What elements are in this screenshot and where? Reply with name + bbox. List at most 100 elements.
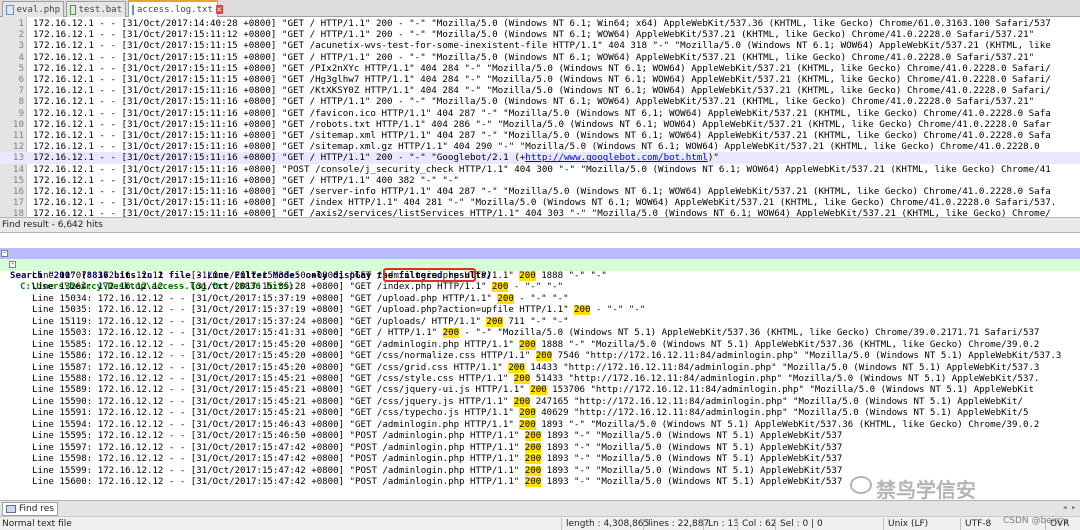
editor-pane[interactable]: 1 172.16.12.1 - - [31/Oct/2017:14:40:28 +… <box>0 17 1080 217</box>
editor-line[interactable]: 8 172.16.12.1 - - [31/Oct/2017:15:11:16 +… <box>0 96 1080 107</box>
collapse-toggle-icon[interactable]: - <box>9 261 16 269</box>
editor-line[interactable]: 3 172.16.12.1 - - [31/Oct/2017:15:11:15 +… <box>0 40 1080 51</box>
editor-line[interactable]: 2 172.16.12.1 - - [31/Oct/2017:15:11:12 +… <box>0 29 1080 40</box>
tab-bar: eval.php test.bat access.log.txt × <box>0 0 1080 17</box>
result-text-segment: 51433 "http://172.16.12.11:84/adminlogin… <box>530 373 1040 384</box>
tab-label: access.log.txt <box>137 4 213 15</box>
file-icon <box>70 4 76 15</box>
tab-eval-php[interactable]: eval.php <box>2 1 64 17</box>
line-text: 172.16.12.1 - - [31/Oct/2017:14:40:28 +0… <box>33 18 1051 29</box>
file-icon <box>132 4 134 15</box>
result-row[interactable]: Line 15598: 172.16.12.12 - - [31/Oct/201… <box>0 454 1080 465</box>
result-row[interactable]: Line 15589: 172.16.12.12 - - [31/Oct/201… <box>0 385 1080 396</box>
result-row[interactable]: Line 11707: 172.16.12.12 - - [31/Oct/201… <box>0 270 1080 282</box>
tab-access-log[interactable]: access.log.txt × <box>128 0 223 17</box>
result-row[interactable]: Line 15119: 172.16.12.12 - - [31/Oct/201… <box>0 316 1080 328</box>
editor-line[interactable]: 7 172.16.12.1 - - [31/Oct/2017:15:11:16 +… <box>0 85 1080 96</box>
editor-line[interactable]: 15 172.16.12.1 - - [31/Oct/2017:15:11:16 … <box>0 175 1080 186</box>
search-hit-highlight: 200 <box>497 293 514 304</box>
result-row[interactable]: Line 15034: 172.16.12.12 - - [31/Oct/201… <box>0 293 1080 305</box>
result-row[interactable]: Line 15587: 172.16.12.12 - - [31/Oct/201… <box>0 362 1080 374</box>
annotation-highlight-box <box>383 268 476 282</box>
line-number: 2 <box>18 29 24 41</box>
scroll-right-icon[interactable]: ▸ <box>1071 503 1076 513</box>
result-row[interactable]: Line 15586: 172.16.12.12 - - [31/Oct/201… <box>0 351 1080 362</box>
editor-line[interactable]: 18 172.16.12.1 - - [31/Oct/2017:15:11:16 … <box>0 208 1080 217</box>
line-number: 18 <box>12 208 24 217</box>
result-text-segment: 7546 "http://172.16.12.11:84/adminlogin.… <box>552 351 1062 362</box>
line-text: 172.16.12.1 - - [31/Oct/2017:15:11:16 +0… <box>33 96 1035 108</box>
result-text-segment: 247165 "http://172.16.12.11:84/adminlogi… <box>530 396 1023 407</box>
editor-line[interactable]: 9 172.16.12.1 - - [31/Oct/2017:15:11:16 +… <box>0 108 1080 119</box>
result-text: Line 15597: 172.16.12.12 - - [31/Oct/201… <box>32 442 842 454</box>
line-number: 14 <box>12 163 24 175</box>
result-text-segment: Line 15599: 172.16.12.12 - - [31/Oct/201… <box>32 465 525 476</box>
line-number: 11 <box>12 130 24 141</box>
find-result-list[interactable]: - Search "200" (8836 hits in 1 file - Li… <box>0 233 1080 500</box>
result-row[interactable]: Line 13264: 172.16.12.12 - - [31/Oct/201… <box>0 282 1080 293</box>
line-number: 17 <box>12 197 24 209</box>
tab-test-bat[interactable]: test.bat <box>66 1 126 17</box>
editor-line[interactable]: 12 172.16.12.1 - - [31/Oct/2017:15:11:16 … <box>0 141 1080 152</box>
search-hit-highlight: 200 <box>491 282 509 293</box>
result-text-segment: Line 15590: 172.16.12.12 - - [31/Oct/201… <box>32 396 514 407</box>
status-encoding[interactable]: UTF-8 <box>960 518 991 530</box>
status-column: Col : 62 <box>737 518 777 530</box>
close-tab-icon[interactable]: × <box>215 5 223 14</box>
result-row[interactable]: Line 15594: 172.16.12.12 - - [31/Oct/201… <box>0 419 1080 431</box>
result-text: Line 15034: 172.16.12.12 - - [31/Oct/201… <box>32 293 569 305</box>
line-text: 172.16.12.1 - - [31/Oct/2017:15:11:15 +0… <box>33 74 1051 85</box>
result-text-segment: Line 15597: 172.16.12.12 - - [31/Oct/201… <box>32 442 525 453</box>
tab-find-results[interactable]: Find res <box>2 502 59 516</box>
scroll-left-icon[interactable]: ◂ <box>1062 503 1067 513</box>
line-text: 172.16.12.1 - - [31/Oct/2017:15:11:12 +0… <box>33 29 1035 41</box>
result-text: Line 15595: 172.16.12.12 - - [31/Oct/201… <box>32 431 842 442</box>
status-line-number: Ln : 13 <box>703 518 739 530</box>
hyperlink[interactable]: http://www.googlebot.com/bot.html <box>525 152 708 163</box>
result-text-segment: Line 15594: 172.16.12.12 - - [31/Oct/201… <box>32 419 520 430</box>
editor-line[interactable]: 13 172.16.12.1 - - [31/Oct/2017:15:11:16 … <box>0 152 1080 164</box>
line-text: 172.16.12.1 - - [31/Oct/2017:15:11:16 +0… <box>33 118 1051 130</box>
result-row[interactable]: Line 15591: 172.16.12.12 - - [31/Oct/201… <box>0 408 1080 419</box>
status-eol[interactable]: Unix (LF) <box>883 518 928 530</box>
editor-line[interactable]: 16 172.16.12.1 - - [31/Oct/2017:15:11:16 … <box>0 186 1080 197</box>
status-length: length : 4,308,865 <box>561 518 649 530</box>
result-text-segment: 40629 "http://172.16.12.11:84/adminlogin… <box>535 408 1029 419</box>
result-text-segment: Line 15595: 172.16.12.12 - - [31/Oct/201… <box>32 431 525 442</box>
editor-line[interactable]: 6 172.16.12.1 - - [31/Oct/2017:15:11:15 +… <box>0 74 1080 85</box>
result-text-segment: Line 15588: 172.16.12.12 - - [31/Oct/201… <box>32 373 514 384</box>
wechat-logo-icon <box>850 476 872 494</box>
result-text-segment: Line 15589: 172.16.12.12 - - [31/Oct/201… <box>32 385 531 396</box>
result-row[interactable]: Line 15503: 172.16.12.12 - - [31/Oct/201… <box>0 328 1080 339</box>
result-row[interactable]: Line 15585: 172.16.12.12 - - [31/Oct/201… <box>0 339 1080 351</box>
result-text-segment: Line 13264: 172.16.12.12 - - [31/Oct/201… <box>32 282 492 293</box>
line-number: 6 <box>18 74 24 85</box>
result-row[interactable]: Line 15597: 172.16.12.12 - - [31/Oct/201… <box>0 442 1080 454</box>
result-text-segment: Line 15591: 172.16.12.12 - - [31/Oct/201… <box>32 408 520 419</box>
line-text: 172.16.12.1 - - [31/Oct/2017:15:11:16 +0… <box>33 197 1057 209</box>
result-row[interactable]: Line 15590: 172.16.12.12 - - [31/Oct/201… <box>0 396 1080 408</box>
result-text: Line 15594: 172.16.12.12 - - [31/Oct/201… <box>32 419 1039 431</box>
line-number: 8 <box>18 96 24 108</box>
file-row[interactable]: - C:\Users\beircy\Desktop\access.log.txt… <box>0 259 1080 292</box>
find-result-title: Find result - 6,642 hits <box>2 220 103 230</box>
line-text: 172.16.12.1 - - [31/Oct/2017:15:11:16 +0… <box>33 208 1051 217</box>
collapse-toggle-icon[interactable]: - <box>1 250 8 257</box>
status-bar: Normal text file length : 4,308,865 line… <box>0 516 1080 530</box>
editor-line[interactable]: 4 172.16.12.1 - - [31/Oct/2017:15:11:15 +… <box>0 52 1080 63</box>
editor-line[interactable]: 10 172.16.12.1 - - [31/Oct/2017:15:11:16 … <box>0 119 1080 130</box>
result-text-segment: 711 "-" "-" <box>502 316 569 327</box>
result-row[interactable]: Line 15588: 172.16.12.12 - - [31/Oct/201… <box>0 373 1080 385</box>
editor-line[interactable]: 1 172.16.12.1 - - [31/Oct/2017:14:40:28 +… <box>0 18 1080 29</box>
line-text: 172.16.12.1 - - [31/Oct/2017:15:11:16 +0… <box>33 107 1051 119</box>
editor-line[interactable]: 11 172.16.12.1 - - [31/Oct/2017:15:11:16 … <box>0 130 1080 141</box>
editor-line[interactable]: 5 172.16.12.1 - - [31/Oct/2017:15:11:15 +… <box>0 63 1080 74</box>
line-number: 9 <box>18 107 24 119</box>
result-text: Line 15585: 172.16.12.12 - - [31/Oct/201… <box>32 339 1039 351</box>
editor-line[interactable]: 17 172.16.12.1 - - [31/Oct/2017:15:11:16 … <box>0 197 1080 208</box>
editor-line[interactable]: 14 172.16.12.1 - - [31/Oct/2017:15:11:16 … <box>0 164 1080 175</box>
result-row[interactable]: Line 15035: 172.16.12.12 - - [31/Oct/201… <box>0 305 1080 316</box>
search-summary-row[interactable]: - Search "200" (8836 hits in 1 file - Li… <box>0 248 1080 281</box>
result-row[interactable]: Line 15595: 172.16.12.12 - - [31/Oct/201… <box>0 431 1080 442</box>
result-text: Line 15600: 172.16.12.12 - - [31/Oct/201… <box>32 477 842 488</box>
